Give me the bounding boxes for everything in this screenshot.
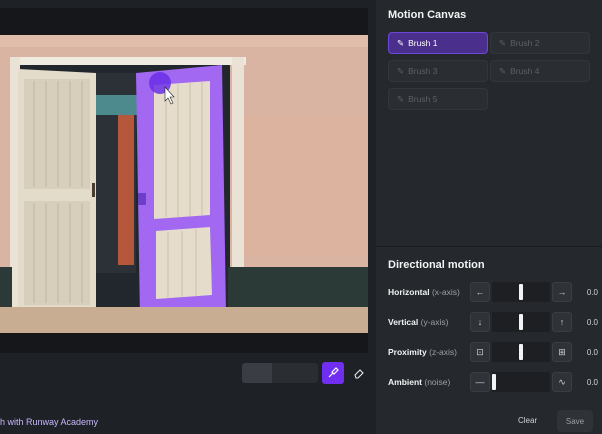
horizontal-value: 0.0 (586, 287, 598, 297)
vertical-value: 0.0 (586, 317, 598, 327)
brush-size-slider[interactable] (272, 363, 318, 383)
brush-icon: ✎ (499, 65, 507, 76)
vertical-control: Vertical (y-axis) ↓ ↑ 0.0 (388, 311, 598, 333)
brush-tool-button[interactable] (322, 362, 344, 384)
arrow-down-icon[interactable]: ↓ (470, 312, 490, 332)
brush-3-button[interactable]: ✎ Brush 3 (388, 60, 488, 82)
canvas-toolbar (242, 362, 370, 384)
horizontal-control: Horizontal (x-axis) ← → 0.0 (388, 281, 598, 303)
control-label: Proximity (z-axis) (388, 347, 457, 357)
brush-1-button[interactable]: ✎ Brush 1 (388, 32, 488, 54)
brush-5-button[interactable]: ✎ Brush 5 (388, 88, 488, 110)
clear-button[interactable]: Clear (518, 416, 537, 425)
academy-link[interactable]: h with Runway Academy (0, 417, 98, 427)
brush-icon: ✎ (397, 37, 405, 48)
control-label: Ambient (noise) (388, 377, 451, 387)
control-label: Vertical (y-axis) (388, 317, 449, 327)
brush-2-button[interactable]: ✎ Brush 2 (490, 32, 590, 54)
eraser-tool-button[interactable] (348, 362, 370, 384)
proximity-value: 0.0 (586, 347, 598, 357)
zoom-in-icon[interactable]: ⊞ (552, 342, 572, 362)
section-divider (376, 246, 602, 247)
eraser-icon (354, 369, 364, 379)
slider-thumb[interactable] (492, 374, 496, 390)
slider-thumb[interactable] (519, 284, 523, 300)
motion-canvas[interactable] (0, 8, 368, 353)
brush-label: Brush 1 (408, 38, 438, 48)
arrow-up-icon[interactable]: ↑ (552, 312, 572, 332)
brush-label: Brush 3 (408, 66, 438, 76)
brush-4-button[interactable]: ✎ Brush 4 (490, 60, 590, 82)
ambient-value: 0.0 (586, 377, 598, 387)
wave-icon[interactable]: ∿ (552, 372, 572, 392)
editor-area: h with Runway Academy (0, 0, 376, 434)
arrow-left-icon[interactable]: ← (470, 282, 490, 302)
slider-thumb[interactable] (519, 344, 523, 360)
brush-label: Brush 2 (510, 38, 540, 48)
door-scene-image[interactable] (0, 35, 368, 333)
brush-size-low[interactable] (242, 363, 272, 383)
brush-icon: ✎ (397, 65, 405, 76)
zoom-out-icon[interactable]: ⊡ (470, 342, 490, 362)
brush-label: Brush 4 (510, 66, 540, 76)
arrow-right-icon[interactable]: → (552, 282, 572, 302)
brush-icon: ✎ (397, 93, 405, 104)
proximity-control: Proximity (z-axis) ⊡ ⊞ 0.0 (388, 341, 598, 363)
brush-label: Brush 5 (408, 94, 438, 104)
ambient-slider[interactable] (492, 372, 550, 392)
motion-canvas-title: Motion Canvas (388, 9, 467, 21)
brush-icon: ✎ (499, 37, 507, 48)
proximity-slider[interactable] (492, 342, 550, 362)
save-button[interactable]: Save (557, 410, 593, 432)
slider-thumb[interactable] (519, 314, 523, 330)
horizontal-slider[interactable] (492, 282, 550, 302)
flat-line-icon[interactable]: — (470, 372, 490, 392)
control-label: Horizontal (x-axis) (388, 287, 460, 297)
ambient-control: Ambient (noise) — ∿ 0.0 (388, 371, 598, 393)
directional-motion-title: Directional motion (388, 259, 485, 271)
settings-panel: Motion Canvas ✎ Brush 1 ✎ Brush 2 ✎ Brus… (376, 0, 602, 434)
vertical-slider[interactable] (492, 312, 550, 332)
brush-icon (328, 367, 339, 378)
